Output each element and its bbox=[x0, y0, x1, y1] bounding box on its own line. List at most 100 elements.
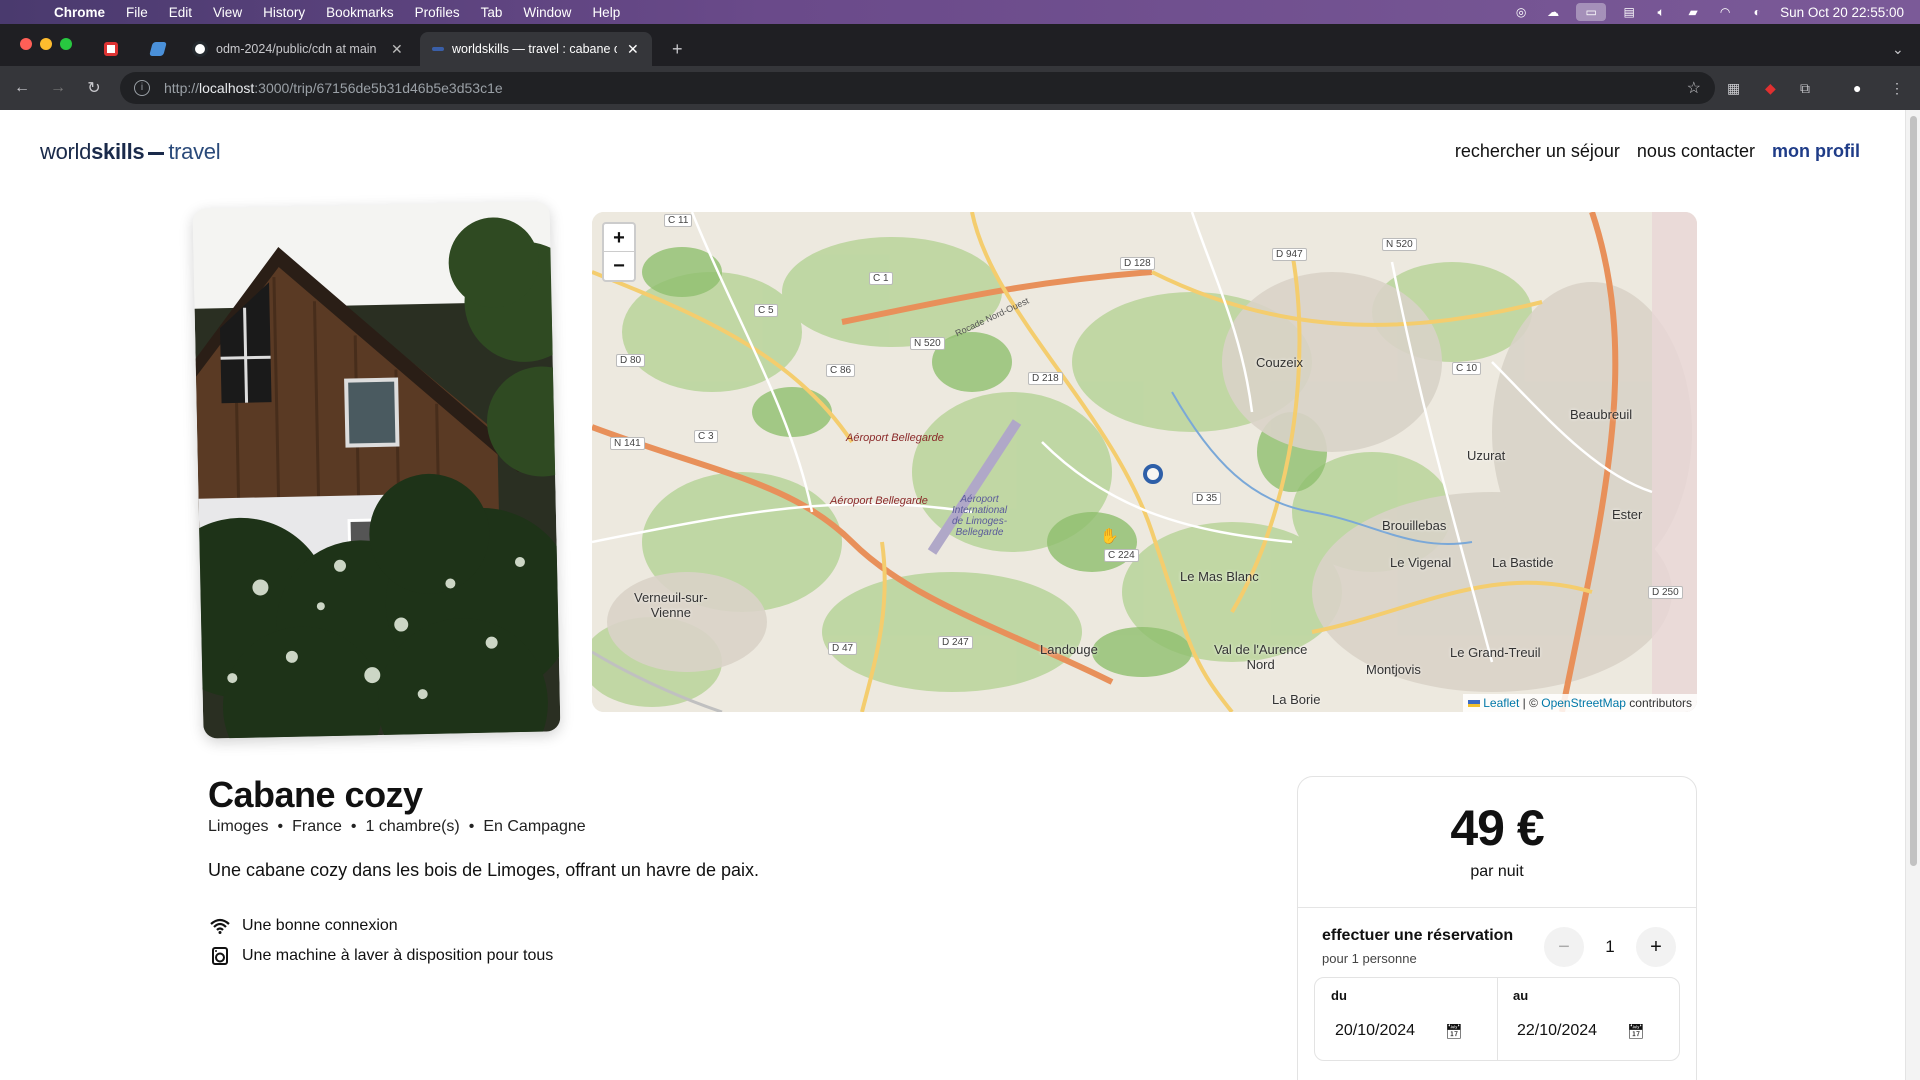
menu-help[interactable]: Help bbox=[592, 5, 620, 20]
location-map[interactable]: + − C 11 C 1 C 5 D 80 C 86 N 520 D 128 D… bbox=[592, 212, 1697, 712]
zoom-in-button[interactable]: + bbox=[604, 224, 634, 252]
logo-dash bbox=[148, 151, 165, 155]
map-town-label: Le Grand-Treuil bbox=[1450, 645, 1541, 660]
reload-button[interactable]: ↻ bbox=[80, 78, 108, 98]
trip-type: En Campagne bbox=[483, 818, 586, 835]
zoom-out-button[interactable]: − bbox=[604, 252, 634, 280]
amenity-label: Une bonne connexion bbox=[242, 917, 398, 934]
creative-cloud-icon[interactable]: ◎ bbox=[1512, 5, 1530, 19]
increment-guests-button[interactable]: + bbox=[1636, 927, 1676, 967]
map-town-label: Uzurat bbox=[1467, 448, 1506, 463]
map-road-label: C 11 bbox=[664, 214, 693, 227]
menu-bookmarks[interactable]: Bookmarks bbox=[326, 5, 394, 20]
battery-icon[interactable]: ▰ bbox=[1684, 5, 1702, 19]
site-logo[interactable]: worldskills travel bbox=[40, 139, 221, 165]
bookmark-star-icon[interactable]: ☆ bbox=[1687, 78, 1701, 98]
map-road-label: D 35 bbox=[1192, 492, 1222, 505]
cloud-sync-icon[interactable]: ☁ bbox=[1544, 5, 1562, 19]
location-marker-icon[interactable] bbox=[1143, 464, 1163, 484]
menu-tab[interactable]: Tab bbox=[481, 5, 503, 20]
booking-divider bbox=[1298, 907, 1696, 908]
new-tab-button[interactable]: + bbox=[660, 32, 695, 66]
profile-avatar-icon[interactable]: ● bbox=[1853, 66, 1861, 110]
tab-search-chevron-icon[interactable]: ⌄ bbox=[1880, 32, 1916, 66]
extension-red-icon[interactable]: ◆ bbox=[1765, 66, 1776, 110]
page-scrollbar[interactable] bbox=[1905, 110, 1920, 1080]
nav-my-profile[interactable]: mon profil bbox=[1772, 141, 1860, 162]
cabin-illustration bbox=[192, 201, 561, 739]
amenity-label: Une machine à laver à disposition pour t… bbox=[242, 947, 554, 964]
calendar-icon[interactable]: 📅︎ bbox=[1445, 1023, 1463, 1040]
guest-count: 1 bbox=[1605, 937, 1615, 956]
attribution-tail: contributors bbox=[1625, 696, 1692, 710]
to-date-value: 22/10/2024 bbox=[1517, 1022, 1598, 1039]
map-airport-label: Aéroport Bellegarde bbox=[830, 495, 928, 507]
close-tab-icon[interactable]: ✕ bbox=[391, 41, 403, 58]
url-path: :3000/trip/67156de5b31d46b5e3d53c1e bbox=[254, 80, 503, 96]
map-town-label: Val de l'Aurence Nord bbox=[1214, 642, 1308, 672]
meta-separator: • bbox=[468, 818, 475, 835]
extensions-puzzle-icon[interactable]: ⧉ bbox=[1800, 66, 1810, 110]
scrollbar-thumb[interactable] bbox=[1910, 116, 1917, 866]
map-road-label: N 520 bbox=[910, 337, 945, 350]
to-date-input[interactable]: 22/10/2024 📅︎ bbox=[1517, 1022, 1645, 1040]
close-tab-icon[interactable]: ✕ bbox=[627, 41, 639, 58]
map-road-label: C 86 bbox=[826, 364, 856, 377]
tab-title: odm-2024/public/cdn at main bbox=[216, 42, 377, 56]
tab-github[interactable]: odm-2024/public/cdn at main ✕ bbox=[180, 32, 416, 66]
map-road-label: D 218 bbox=[1028, 372, 1063, 385]
calendar-icon[interactable]: 📅︎ bbox=[1627, 1023, 1645, 1040]
address-bar[interactable]: i http://localhost:3000/trip/67156de5b31… bbox=[120, 72, 1715, 104]
from-date-input[interactable]: 20/10/2024 📅︎ bbox=[1335, 1022, 1463, 1040]
nav-search-stay[interactable]: rechercher un séjour bbox=[1455, 141, 1620, 162]
leaflet-link[interactable]: Leaflet bbox=[1483, 696, 1519, 710]
menu-file[interactable]: File bbox=[126, 5, 148, 20]
maximize-window-button[interactable] bbox=[60, 38, 72, 50]
menu-profiles[interactable]: Profiles bbox=[415, 5, 460, 20]
menu-view[interactable]: View bbox=[213, 5, 242, 20]
tab-worldskills[interactable]: worldskills — travel : cabane c ✕ bbox=[420, 32, 652, 66]
trip-meta: Limoges • France • 1 chambre(s) • En Cam… bbox=[208, 818, 586, 836]
menu-window[interactable]: Window bbox=[523, 5, 571, 20]
menu-edit[interactable]: Edit bbox=[169, 5, 192, 20]
close-window-button[interactable] bbox=[20, 38, 32, 50]
tab-title: worldskills — travel : cabane c bbox=[452, 42, 617, 56]
map-road-label: C 1 bbox=[869, 272, 893, 285]
map-road-label: C 224 bbox=[1104, 549, 1139, 562]
menu-app-chrome[interactable]: Chrome bbox=[54, 5, 105, 20]
openstreetmap-link[interactable]: OpenStreetMap bbox=[1541, 696, 1626, 710]
browser-menu-icon[interactable]: ⋮ bbox=[1890, 66, 1904, 110]
map-town-label: Montjovis bbox=[1366, 662, 1421, 677]
wifi-status-icon[interactable]: ◠ bbox=[1716, 5, 1734, 19]
map-road-label: D 250 bbox=[1648, 586, 1683, 599]
map-town-label: Couzeix bbox=[1256, 355, 1303, 370]
calendar-menu-icon[interactable]: ▤ bbox=[1620, 5, 1638, 19]
screen-mirroring-icon[interactable]: ▭ bbox=[1576, 3, 1607, 21]
minimize-window-button[interactable] bbox=[40, 38, 52, 50]
control-center-icon[interactable]: ◐ bbox=[1748, 5, 1766, 19]
date-range: du 20/10/2024 📅︎ au 22/10/2024 📅︎ bbox=[1314, 977, 1680, 1061]
map-attribution: Leaflet | © OpenStreetMap contributors bbox=[1462, 694, 1697, 712]
menu-history[interactable]: History bbox=[263, 5, 305, 20]
trip-description: Une cabane cozy dans les bois de Limoges… bbox=[208, 860, 760, 880]
volume-icon[interactable]: 🔈︎ bbox=[1652, 5, 1670, 19]
site-info-icon[interactable]: i bbox=[134, 80, 150, 96]
menu-clock[interactable]: Sun Oct 20 22:55:00 bbox=[1780, 5, 1904, 20]
pinned-tab-1[interactable] bbox=[93, 32, 129, 66]
map-road-label: N 520 bbox=[1382, 238, 1417, 251]
reservation-sublabel: pour 1 personne bbox=[1322, 951, 1417, 966]
trip-country: France bbox=[292, 818, 342, 835]
pinned-tab-2[interactable] bbox=[140, 32, 176, 66]
map-town-label: Landouge bbox=[1040, 642, 1098, 657]
attribution-sep: | © bbox=[1519, 696, 1542, 710]
nav-contact[interactable]: nous contacter bbox=[1637, 141, 1755, 162]
decrement-guests-button[interactable]: − bbox=[1544, 927, 1584, 967]
map-tiles[interactable] bbox=[592, 212, 1697, 712]
extension-qr-icon[interactable]: ▦ bbox=[1727, 66, 1740, 110]
url-host: localhost bbox=[199, 80, 255, 96]
back-button[interactable]: ← bbox=[8, 79, 36, 97]
to-date-label: au bbox=[1513, 988, 1529, 1003]
logo-text-world: world bbox=[40, 139, 92, 164]
map-road-label: D 947 bbox=[1272, 248, 1307, 261]
forward-button[interactable]: → bbox=[44, 79, 72, 97]
